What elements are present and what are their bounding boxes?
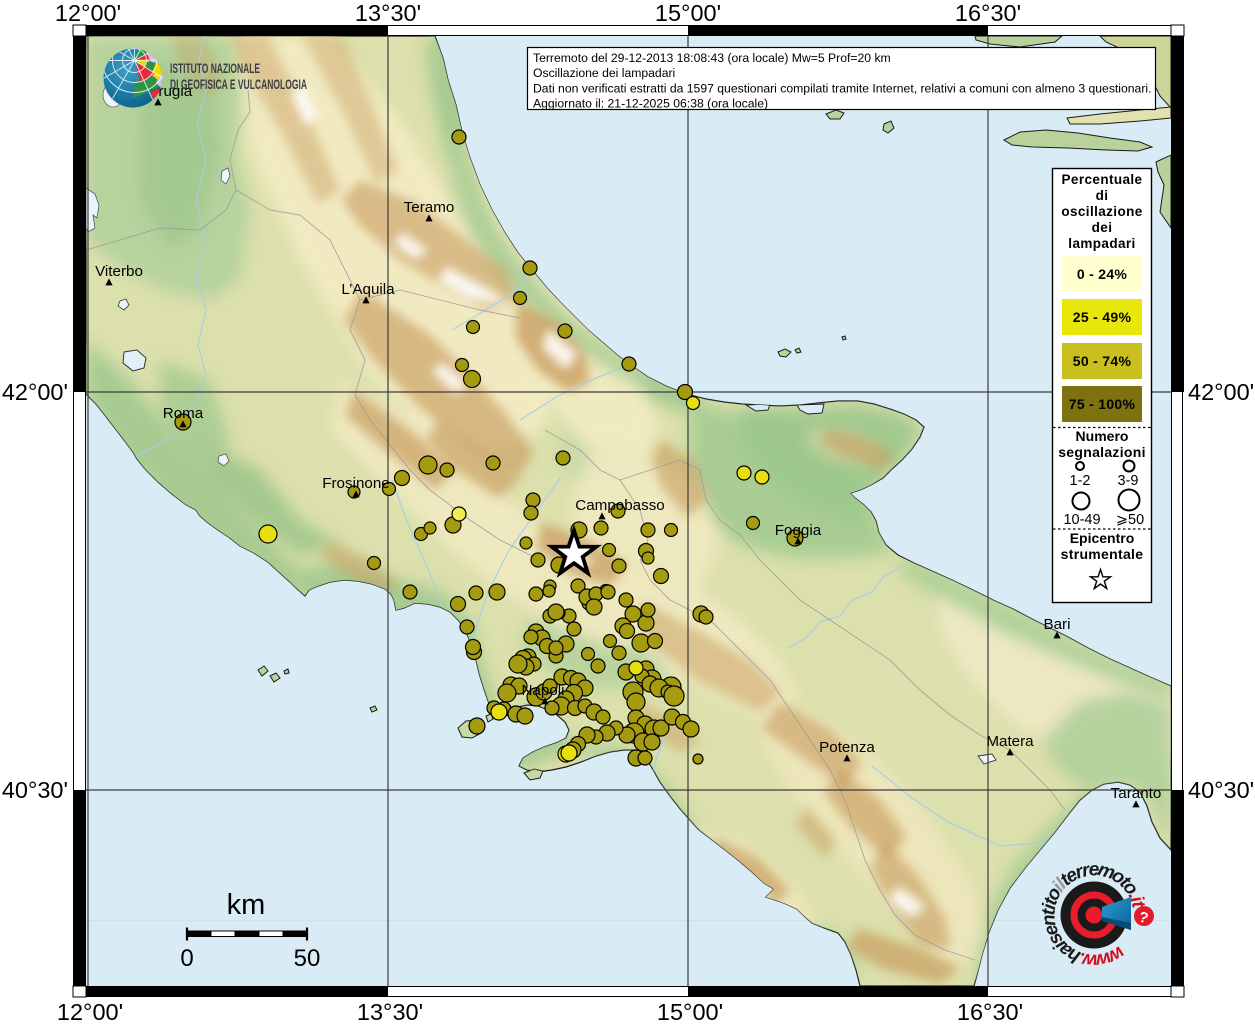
- svg-text:oscillazione: oscillazione: [1061, 204, 1142, 219]
- svg-text:16°30': 16°30': [957, 999, 1023, 1024]
- svg-text:Viterbo: Viterbo: [95, 263, 143, 280]
- svg-text:L’Aquila: L’Aquila: [341, 281, 395, 298]
- svg-text:15°00': 15°00': [657, 999, 723, 1024]
- svg-text:12°00': 12°00': [57, 999, 123, 1024]
- svg-text:DI GEOFISICA E VULCANOLOGIA: DI GEOFISICA E VULCANOLOGIA: [170, 77, 307, 92]
- svg-text:40°30': 40°30': [2, 777, 68, 803]
- svg-text:Matera: Matera: [986, 733, 1034, 750]
- svg-text:Napoli: Napoli: [521, 682, 564, 699]
- svg-text:segnalazioni: segnalazioni: [1058, 444, 1146, 460]
- svg-text:Aggiornato il: 21-12-2025 06:3: Aggiornato il: 21-12-2025 06:38 (ora loc…: [533, 97, 768, 111]
- svg-text:Potenza: Potenza: [819, 739, 875, 756]
- svg-text:strumentale: strumentale: [1061, 546, 1144, 562]
- svg-text:Epicentro: Epicentro: [1070, 530, 1135, 546]
- svg-text:Taranto: Taranto: [1111, 785, 1162, 802]
- svg-text:10-49: 10-49: [1063, 512, 1100, 528]
- svg-text:42°00': 42°00': [1188, 379, 1254, 405]
- svg-text:Campobasso: Campobasso: [575, 497, 665, 514]
- svg-text:0: 0: [180, 945, 193, 972]
- svg-text:Dati non verificati estratti d: Dati non verificati estratti da 1597 que…: [533, 81, 1152, 95]
- svg-text:Terremoto del 29-12-2013 18:08: Terremoto del 29-12-2013 18:08:43 (ora l…: [533, 51, 891, 65]
- svg-text:Numero: Numero: [1076, 428, 1129, 444]
- svg-text:15°00': 15°00': [655, 0, 721, 26]
- svg-text:16°30': 16°30': [955, 0, 1021, 26]
- svg-text:Percentuale: Percentuale: [1062, 172, 1143, 187]
- svg-text:13°30': 13°30': [355, 0, 421, 26]
- svg-text:1-2: 1-2: [1070, 473, 1091, 489]
- svg-text:di: di: [1096, 188, 1109, 203]
- svg-text:13°30': 13°30': [357, 999, 423, 1024]
- svg-text:km: km: [227, 889, 266, 921]
- svg-text:Foggia: Foggia: [775, 522, 822, 539]
- svg-text:Bari: Bari: [1043, 616, 1070, 633]
- svg-text:3-9: 3-9: [1118, 473, 1139, 489]
- svg-text:dei: dei: [1092, 220, 1113, 235]
- svg-text:lampadari: lampadari: [1068, 236, 1135, 251]
- svg-text:ISTITUTO NAZIONALE: ISTITUTO NAZIONALE: [170, 61, 260, 76]
- svg-text:Roma: Roma: [163, 405, 204, 422]
- svg-text:75 - 100%: 75 - 100%: [1069, 396, 1136, 412]
- svg-text:Frosinone: Frosinone: [322, 475, 390, 492]
- svg-text:40°30': 40°30': [1188, 777, 1254, 803]
- svg-text:12°00': 12°00': [55, 0, 121, 26]
- svg-text:0 - 24%: 0 - 24%: [1077, 266, 1128, 282]
- svg-text:50: 50: [294, 945, 321, 972]
- svg-text:Oscillazione dei lampadari: Oscillazione dei lampadari: [533, 66, 675, 80]
- svg-text:25 - 49%: 25 - 49%: [1073, 309, 1132, 325]
- svg-text:50 - 74%: 50 - 74%: [1073, 353, 1132, 369]
- svg-text:Teramo: Teramo: [404, 199, 455, 216]
- svg-text:⩾50: ⩾50: [1116, 512, 1144, 528]
- svg-text:42°00': 42°00': [2, 379, 68, 405]
